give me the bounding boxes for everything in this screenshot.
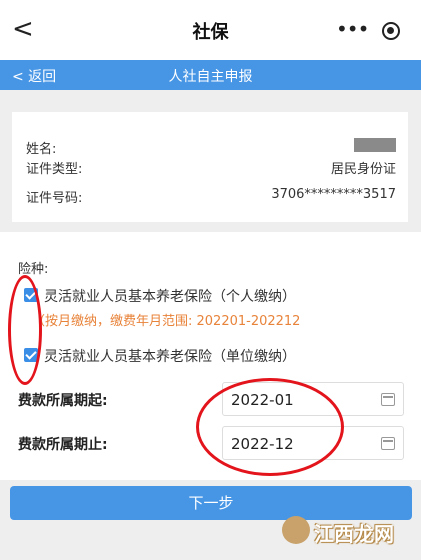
app-top-bar: < 社保 •••: [0, 0, 421, 60]
nav-bar: < 返回 人社自主申报: [0, 60, 421, 90]
option1-label[interactable]: 灵活就业人员基本养老保险（个人缴纳）: [44, 286, 296, 306]
nav-title: 人社自主申报: [168, 69, 253, 85]
id-number-label: 证件号码:: [26, 191, 83, 206]
insurance-type-label: 险种:: [18, 262, 49, 277]
name-label: 姓名:: [26, 142, 57, 157]
close-miniprogram-icon[interactable]: [382, 22, 400, 40]
id-type-row: 证件类型: 居民身份证: [26, 158, 396, 177]
id-type-label: 证件类型:: [26, 162, 83, 177]
option2-label[interactable]: 灵活就业人员基本养老保险（单位缴纳）: [44, 346, 296, 366]
id-number-row: 证件号码: 3706*********3517: [26, 187, 396, 206]
id-type-value: 居民身份证: [330, 162, 396, 177]
annotation-circle-checkboxes: [8, 275, 42, 385]
calendar-icon[interactable]: [381, 437, 395, 450]
watermark-icon: [282, 516, 310, 544]
personal-info-card: 姓名: 证件类型: 居民身份证 证件号码: 3706*********3517: [12, 112, 408, 222]
watermark-text: 江西龙网: [314, 522, 394, 546]
name-row: 姓名:: [26, 138, 396, 157]
payment-range-note: （按月缴纳，缴费年月范围: 202201-202212: [32, 314, 301, 329]
watermark-logo: 江西龙网: [282, 512, 412, 552]
annotation-circle-dates: [196, 378, 344, 476]
more-icon[interactable]: •••: [336, 17, 369, 41]
calendar-icon[interactable]: [381, 393, 395, 406]
period-start-label: 费款所属期起:: [18, 393, 108, 409]
name-redacted: [354, 138, 396, 152]
id-number-value: 3706*********3517: [271, 187, 396, 202]
period-end-label: 费款所属期止:: [18, 437, 108, 453]
